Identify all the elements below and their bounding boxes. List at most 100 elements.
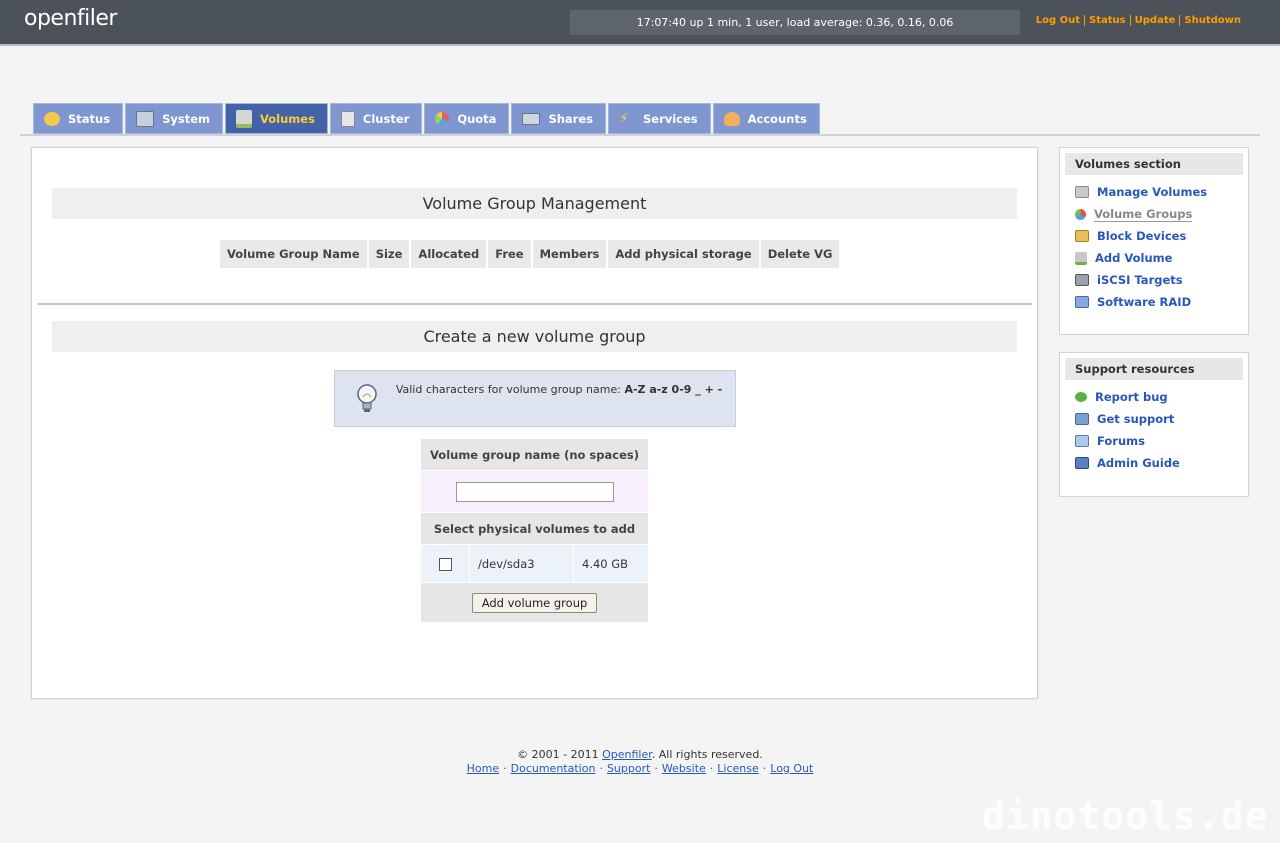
block-devices-link[interactable]: Block Devices — [1097, 229, 1186, 243]
footer-support-link[interactable]: Support — [607, 762, 650, 775]
vg-management-title: Volume Group Management — [52, 188, 1017, 219]
raid-icon — [1075, 296, 1089, 308]
tab-volumes[interactable]: Volumes — [224, 103, 328, 134]
volumes-nav: Manage Volumes Volume Groups Block Devic… — [1060, 181, 1248, 313]
footer-license-link[interactable]: License — [717, 762, 758, 775]
table-header-row: Volume Group Name Size Allocated Free Me… — [220, 240, 840, 268]
users-icon — [723, 111, 740, 126]
status-link[interactable]: Status — [1084, 15, 1130, 26]
shutdown-link[interactable]: Shutdown — [1179, 15, 1245, 26]
footer-documentation-link[interactable]: Documentation — [511, 762, 596, 775]
network-drive-icon — [522, 112, 541, 125]
naming-tip-box: Valid characters for volume group name: … — [334, 370, 736, 427]
lightning-icon: ⚡ — [618, 110, 629, 127]
pv-size: 4.40 GB — [574, 545, 648, 582]
tab-status[interactable]: Status — [33, 103, 124, 134]
tab-services[interactable]: ⚡ Services — [607, 103, 711, 134]
col-vg-name: Volume Group Name — [220, 240, 367, 268]
tab-shares[interactable]: Shares — [511, 103, 606, 134]
support-nav: Report bug Get support Forums Admin Guid… — [1060, 386, 1248, 474]
col-allocated: Allocated — [411, 240, 487, 268]
get-support-link[interactable]: Get support — [1097, 412, 1174, 426]
col-members: Members — [532, 240, 607, 268]
tab-label: Volumes — [259, 111, 315, 126]
vg-name-input[interactable] — [455, 481, 614, 502]
copyright-suffix: . All rights reserved. — [651, 748, 763, 761]
pv-device: /dev/sda3 — [470, 545, 573, 582]
col-add-physical-storage: Add physical storage — [608, 240, 759, 268]
support-resources-box: Support resources Report bug Get support… — [1059, 352, 1249, 497]
tab-system[interactable]: System — [125, 103, 223, 134]
software-raid-link[interactable]: Software RAID — [1097, 295, 1191, 309]
watermark: dinotools.de — [982, 794, 1269, 838]
block-device-icon — [1075, 230, 1089, 242]
nav-item-add-volume: Add Volume — [1075, 247, 1248, 269]
tab-label: Cluster — [362, 111, 410, 126]
nav-item-volume-groups: Volume Groups — [1075, 203, 1248, 225]
forums-link[interactable]: Forums — [1097, 434, 1145, 448]
nav-item-report-bug: Report bug — [1075, 386, 1248, 408]
tip-text: Valid characters for volume group name: … — [393, 383, 725, 397]
volumes-section-box: Volumes section Manage Volumes Volume Gr… — [1059, 147, 1249, 335]
tab-accounts[interactable]: Accounts — [712, 103, 820, 134]
support-resources-title: Support resources — [1065, 358, 1243, 380]
volume-groups-link[interactable]: Volume Groups — [1094, 207, 1193, 222]
openfiler-logo: openfiler — [24, 6, 117, 31]
weather-sun-icon — [44, 111, 60, 126]
tab-cluster[interactable]: Cluster — [329, 103, 423, 134]
manage-volumes-link[interactable]: Manage Volumes — [1097, 185, 1207, 199]
pv-row: /dev/sda3 4.40 GB — [421, 545, 648, 582]
pv-checkbox[interactable] — [438, 557, 452, 571]
main-panel: Volume Group Management Volume Group Nam… — [31, 147, 1038, 699]
pie-chart-icon — [435, 111, 450, 126]
nav-item-admin-guide: Admin Guide — [1075, 452, 1248, 474]
nav-item-manage-volumes: Manage Volumes — [1075, 181, 1248, 203]
lightbulb-icon — [357, 384, 377, 412]
iscsi-targets-link[interactable]: iSCSI Targets — [1097, 273, 1183, 287]
tab-label: Accounts — [747, 111, 807, 126]
add-disk-icon — [1075, 251, 1087, 265]
create-vg-title: Create a new volume group — [52, 321, 1017, 352]
volumes-section-title: Volumes section — [1065, 153, 1243, 175]
copyright-line: © 2001 - 2011 Openfiler. All rights rese… — [0, 748, 1280, 762]
update-link[interactable]: Update — [1129, 15, 1180, 26]
forum-icon — [1075, 435, 1089, 447]
footer-logout-link[interactable]: Log Out — [770, 762, 813, 775]
report-bug-link[interactable]: Report bug — [1095, 390, 1168, 404]
bug-icon — [1075, 392, 1087, 402]
group-icon — [1075, 208, 1086, 220]
tab-label: System — [162, 111, 210, 126]
top-bar: openfiler 17:07:40 up 1 min, 1 user, loa… — [0, 0, 1280, 46]
tip-prefix: Valid characters for volume group name: — [395, 383, 621, 396]
tab-label: Services — [642, 111, 698, 126]
tab-quota[interactable]: Quota — [424, 103, 510, 134]
footer-website-link[interactable]: Website — [662, 762, 706, 775]
drive-icon — [235, 109, 252, 128]
main-tabs: Status System Volumes Cluster Quota Shar… — [33, 103, 822, 134]
pv-select-label: Select physical volumes to add — [421, 513, 648, 544]
disk-icon — [1075, 186, 1089, 198]
logout-link[interactable]: Log Out — [1032, 15, 1084, 26]
footer-home-link[interactable]: Home — [467, 762, 499, 775]
volume-group-table: Volume Group Name Size Allocated Free Me… — [218, 238, 841, 270]
nav-item-get-support: Get support — [1075, 408, 1248, 430]
col-size: Size — [368, 240, 410, 268]
tab-label: Shares — [548, 111, 593, 126]
vg-name-label: Volume group name (no spaces) — [421, 439, 648, 470]
support-icon — [1075, 413, 1089, 425]
tip-valid-chars: A-Z a-z 0-9 _ + - — [624, 383, 723, 396]
server-cluster-icon — [340, 110, 355, 127]
copyright-prefix: © 2001 - 2011 — [517, 748, 599, 761]
openfiler-link[interactable]: Openfiler — [602, 748, 652, 761]
add-volume-link[interactable]: Add Volume — [1095, 251, 1172, 265]
book-icon — [1075, 457, 1089, 469]
footer: © 2001 - 2011 Openfiler. All rights rese… — [0, 748, 1280, 776]
create-vg-form: Volume group name (no spaces) Select phy… — [420, 438, 649, 623]
nav-item-block-devices: Block Devices — [1075, 225, 1248, 247]
monitor-icon — [136, 110, 155, 127]
admin-guide-link[interactable]: Admin Guide — [1097, 456, 1180, 470]
top-links: Log Out Status Update Shutdown — [1032, 15, 1245, 26]
add-volume-group-button[interactable]: Add volume group — [471, 592, 598, 613]
iscsi-icon — [1075, 274, 1089, 286]
nav-item-software-raid: Software RAID — [1075, 291, 1248, 313]
